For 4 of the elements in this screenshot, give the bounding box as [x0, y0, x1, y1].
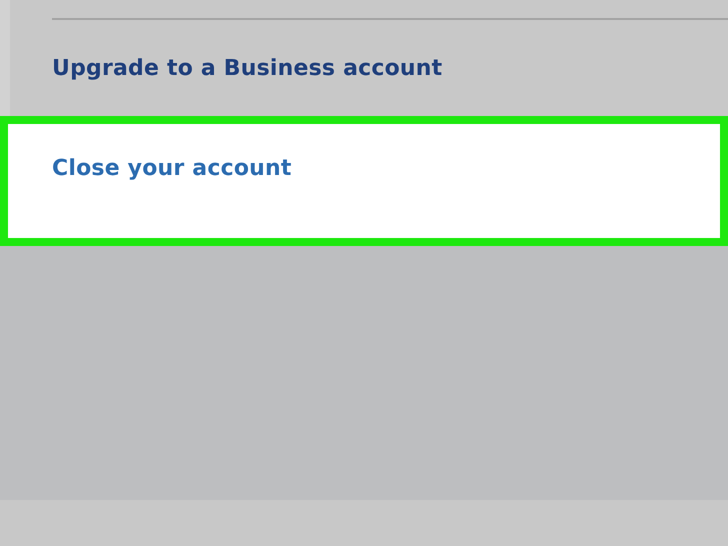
highlighted-menu-item[interactable]: Close your account	[0, 116, 728, 246]
menu-item[interactable]: Upgrade to a Business account	[10, 20, 728, 112]
menu-item-label: Close your account	[52, 156, 292, 181]
menu-item-label: Upgrade to a Business account	[52, 56, 442, 81]
